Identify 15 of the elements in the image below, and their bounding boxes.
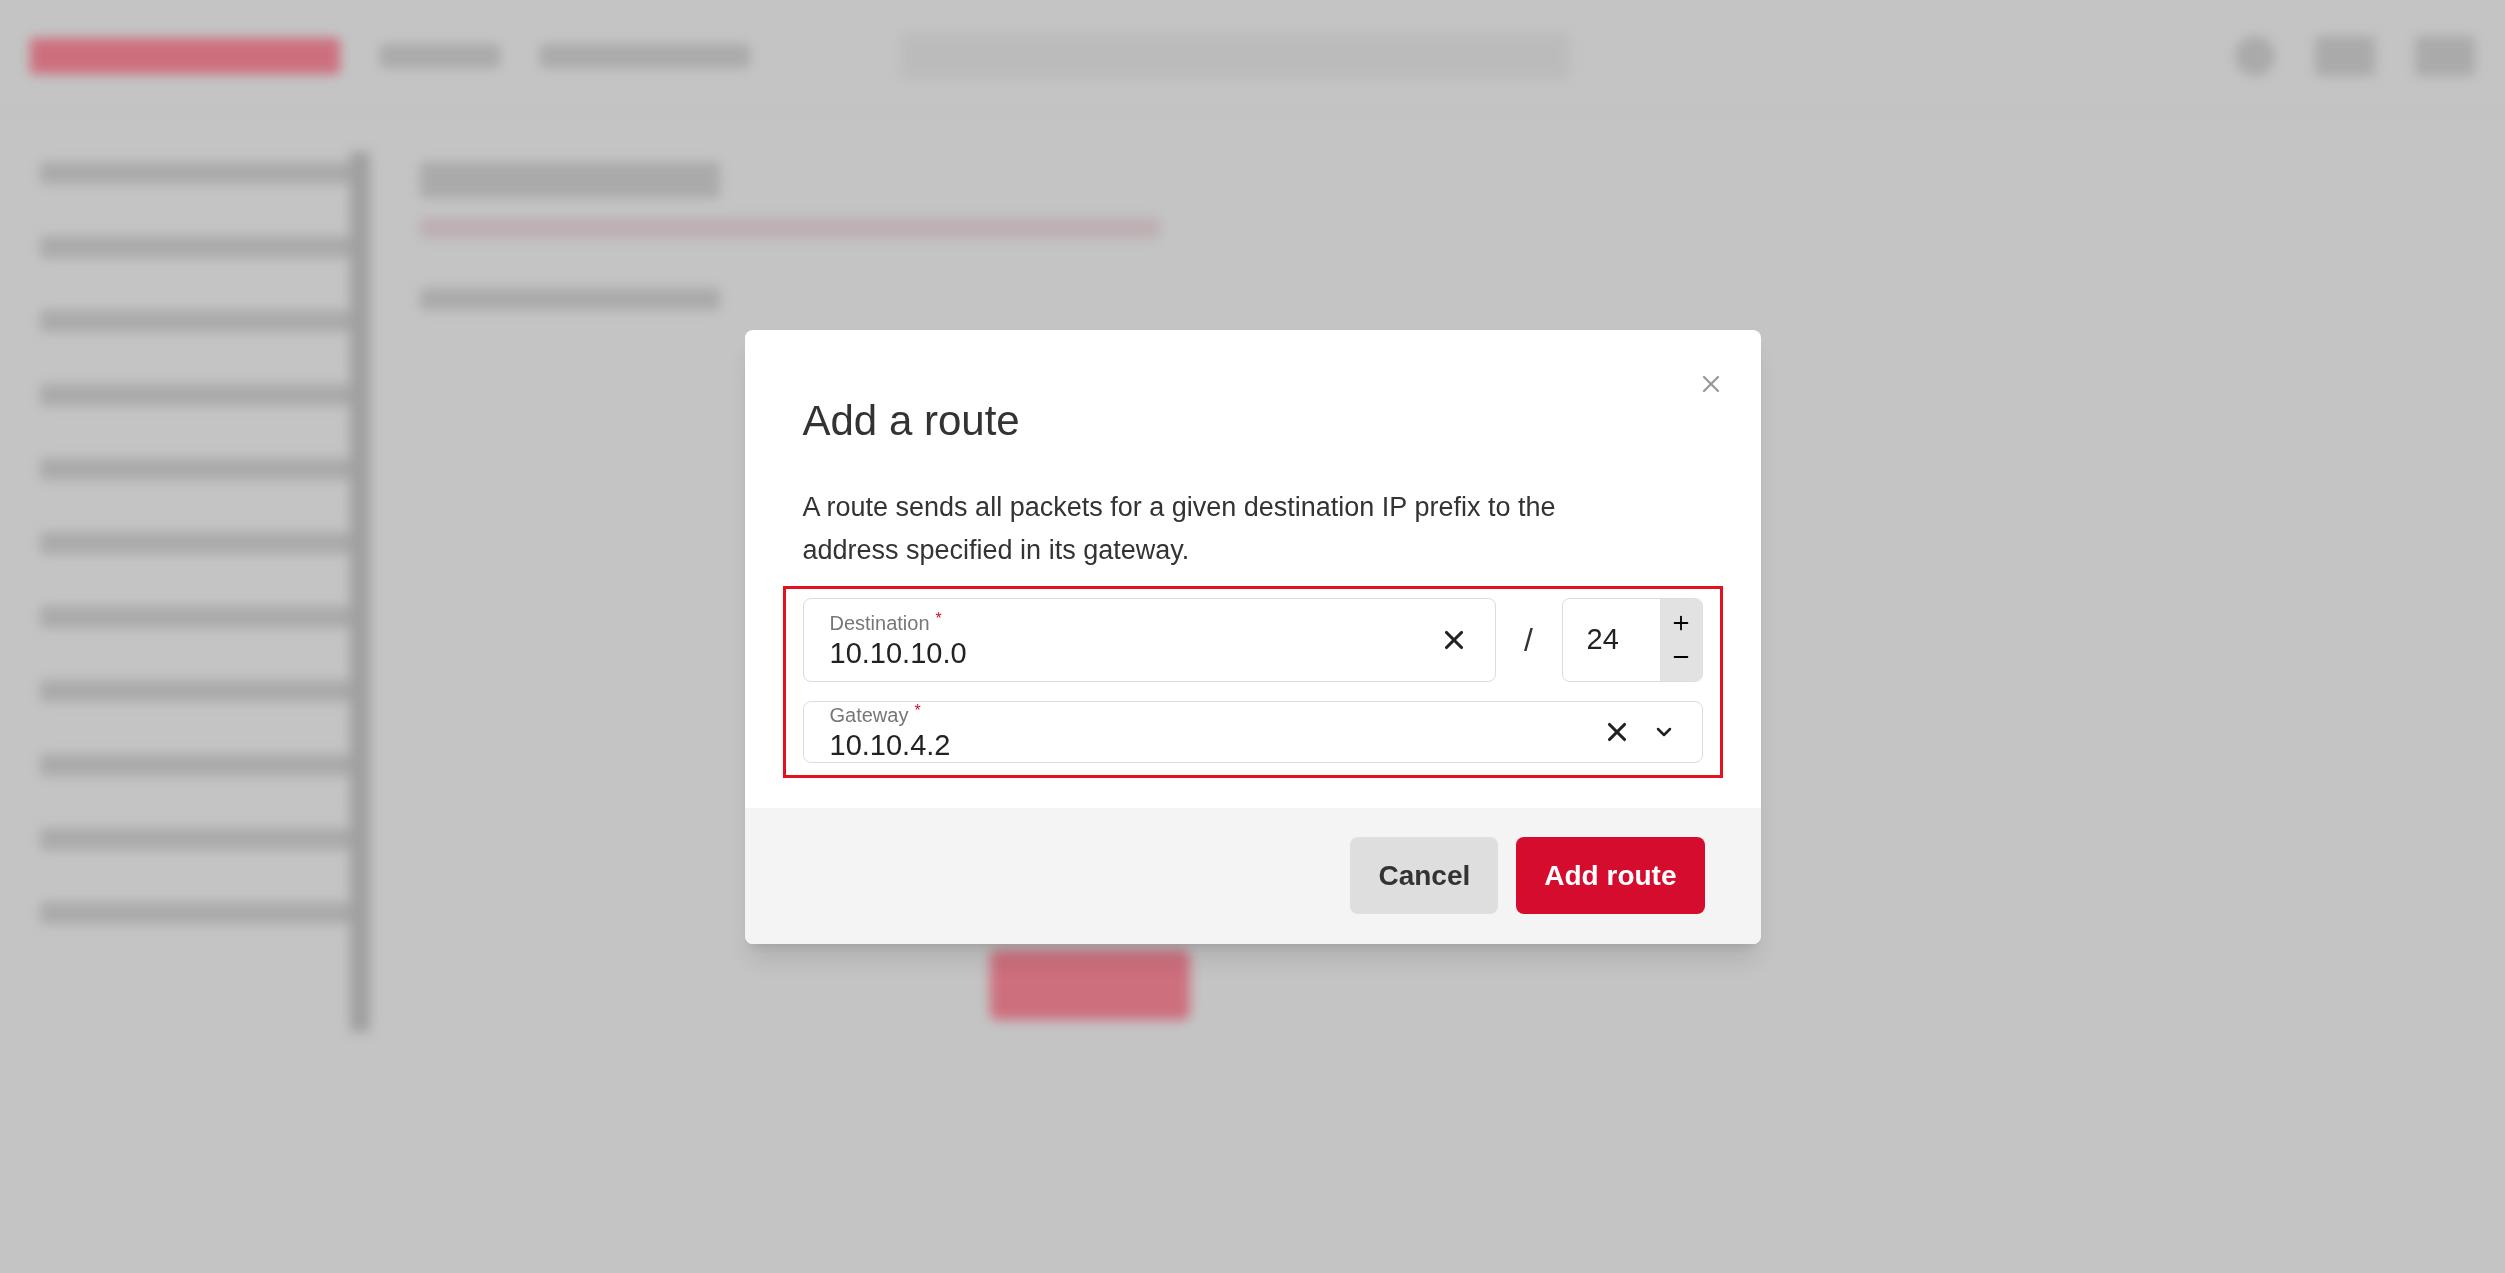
add-route-button[interactable]: Add route bbox=[1516, 837, 1705, 914]
required-mark: * bbox=[914, 701, 921, 720]
dialog-description: A route sends all packets for a given destination IP prefix to the address specified in its gateway. bbox=[802, 490, 1557, 567]
cancel-button[interactable]: Cancel bbox=[1350, 837, 1499, 914]
field-value: 10.10.10.0 bbox=[829, 635, 968, 670]
dialog-title: Add a route bbox=[802, 395, 1021, 446]
field-value: 24 bbox=[1585, 621, 1620, 657]
field-label: Destination bbox=[829, 610, 930, 636]
required-mark: * bbox=[935, 609, 942, 628]
field-label: Gateway bbox=[829, 702, 909, 728]
prefix-length-field[interactable]: 24 bbox=[1561, 597, 1703, 682]
prefix-separator: / bbox=[1523, 620, 1534, 660]
destination-field[interactable]: Destination * 10.10.10.0 bbox=[802, 597, 1496, 682]
gateway-field[interactable]: Gateway * 10.10.4.2 bbox=[802, 700, 1703, 763]
field-value: 10.10.4.2 bbox=[829, 727, 952, 762]
